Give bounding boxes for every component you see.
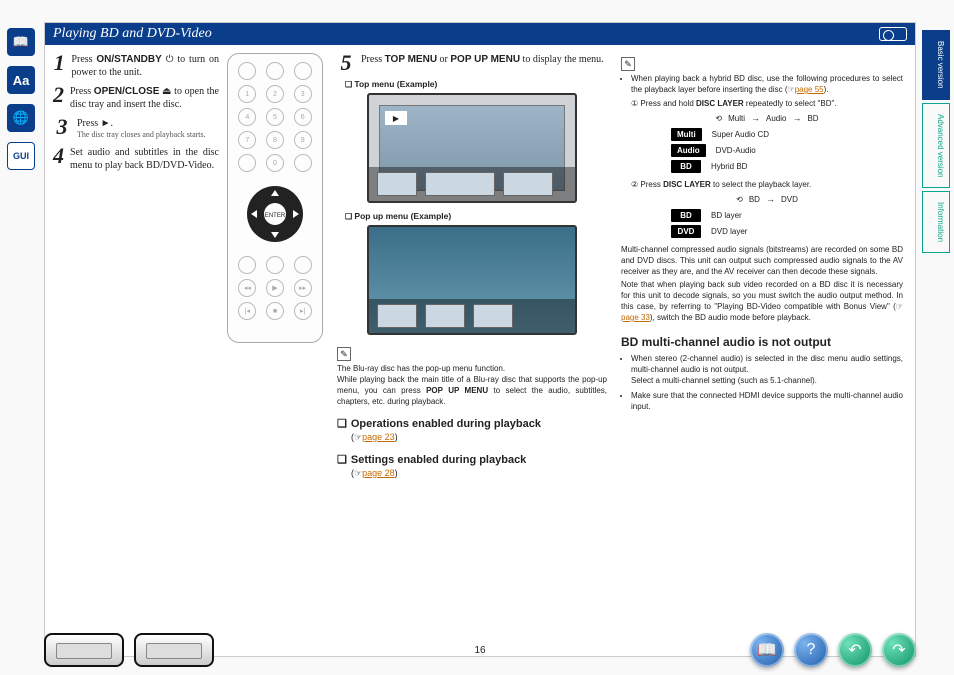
ops-heading: ❏Operations enabled during playback [337,417,607,430]
manual-page: Playing BD and DVD-Video 1 Press ON/STAN… [44,22,916,657]
step-number: 1 [53,53,65,79]
play-icon: ▶ [385,111,407,125]
step-number: 4 [53,146,64,172]
book-icon[interactable]: 📖 [7,28,35,56]
layer-row: BD BD layer [671,209,903,222]
layer-desc: BD layer [711,210,742,221]
column-2: 5 Press TOP MENU or POP UP MENU to displ… [337,53,607,656]
page-link[interactable]: page 55 [795,85,824,94]
column-3: ✎ When playing back a hybrid BD disc, us… [621,53,903,656]
tab-basic[interactable]: Basic version [922,30,950,100]
contents-button[interactable]: 📖 [750,633,784,667]
svg-text:ENTER: ENTER [265,213,286,219]
disc-icon [879,27,907,41]
step-text: Press TOP MENU or POP UP MENU to display… [361,53,604,73]
bullet: Make sure that the connected HDMI device… [631,390,903,412]
layer-pill: DVD [671,225,701,238]
hybrid-bullets: When playing back a hybrid BD disc, use … [621,73,903,238]
layer-pill: BD [671,209,701,222]
step-text: Press ►.The disc tray closes and playbac… [77,117,206,140]
layer-pill: Multi [671,128,702,141]
troubleshoot-bullets: When stereo (2-channel audio) is selecte… [621,353,903,412]
device-rear-icon[interactable] [134,633,214,667]
device-front-icon[interactable] [44,633,124,667]
help-button[interactable]: ? [794,633,828,667]
next-page-button[interactable]: ↷ [882,633,916,667]
step-number: 5 [337,53,355,73]
bullet: When playing back a hybrid BD disc, use … [631,73,903,238]
page-link[interactable]: page 33 [621,313,650,322]
left-icon-rail: 📖 Aa 🌐 GUI [6,28,36,170]
prev-page-button[interactable]: ↶ [838,633,872,667]
page-title: Playing BD and DVD-Video [53,26,212,42]
steps-list: 1 Press ON/STANDBY ⏻ to turn on power to… [53,53,219,343]
layer-row: BD Hybrid BD [671,160,903,173]
example-top-label: Top menu (Example) [345,79,607,89]
ops-ref[interactable]: (☞page 23) [351,432,607,443]
section-tabs: Basic version Advanced version Informati… [922,30,950,253]
troubleshoot-heading: BD multi-channel audio is not output [621,335,903,349]
column-1: 1 Press ON/STANDBY ⏻ to turn on power to… [53,53,323,656]
settings-ref[interactable]: (☞page 28) [351,468,607,479]
tab-advanced[interactable]: Advanced version [922,103,950,189]
layer-desc: Hybrid BD [711,161,747,172]
popup-menu-example [367,225,577,335]
para-bitstream: Multi-channel compressed audio signals (… [621,244,903,277]
step-row: 1 Press ON/STANDBY ⏻ to turn on power to… [53,53,219,79]
bullet: When stereo (2-channel audio) is selecte… [631,353,903,386]
globe-icon[interactable]: 🌐 [7,104,35,132]
layer-pill: BD [671,160,701,173]
cycle-diagram-2: ⟲ BD → DVD [631,194,903,205]
cycle-diagram-1: ⟲ Multi → Audio → BD [631,113,903,124]
settings-heading: ❏Settings enabled during playback [337,453,607,466]
aa-icon[interactable]: Aa [7,66,35,94]
layer-desc: Super Audio CD [712,129,769,140]
sub-step-2: ② Press DISC LAYER to select the playbac… [631,179,903,190]
remote-illustration: 123 456 789 0 ENTER ◂◂▶▸▸ |◂■▸| [227,53,323,343]
step-row: 4 Set audio and subtitles in the disc me… [53,146,219,172]
step-row: 2 Press OPEN/CLOSE ⏏ to open the disc tr… [53,85,219,111]
page-footer: 16 📖 ? ↶ ↷ [44,625,916,675]
page-number: 16 [474,645,485,656]
sub-step-1: ① Press and hold DISC LAYER repeatedly t… [631,98,903,109]
step-text: Set audio and subtitles in the disc menu… [70,146,219,172]
step-number: 3 [53,117,71,140]
dpad-icon: ENTER [245,184,305,244]
layer-row: DVD DVD layer [671,225,903,238]
layer-row: Multi Super Audio CD [671,128,903,141]
example-popup-label: Pop up menu (Example) [345,211,607,221]
tab-info[interactable]: Information [922,191,950,253]
layer-desc: DVD layer [711,226,747,237]
step-number: 2 [53,85,64,111]
popup-note: The Blu-ray disc has the pop-up menu fun… [337,363,607,407]
gui-icon[interactable]: GUI [7,142,35,170]
layer-desc: DVD-Audio [716,145,756,156]
note-icon: ✎ [337,347,351,361]
page-title-bar: Playing BD and DVD-Video [45,23,915,45]
top-menu-example: ▶ [367,93,577,203]
step-text: Press ON/STANDBY ⏻ to turn on power to t… [71,53,219,79]
note-icon: ✎ [621,57,635,71]
step-text: Press OPEN/CLOSE ⏏ to open the disc tray… [70,85,219,111]
layer-pill: Audio [671,144,706,157]
step-row: 3 Press ►.The disc tray closes and playb… [53,117,219,140]
para-bonusview: Note that when playing back sub video re… [621,279,903,323]
layer-row: Audio DVD-Audio [671,144,903,157]
